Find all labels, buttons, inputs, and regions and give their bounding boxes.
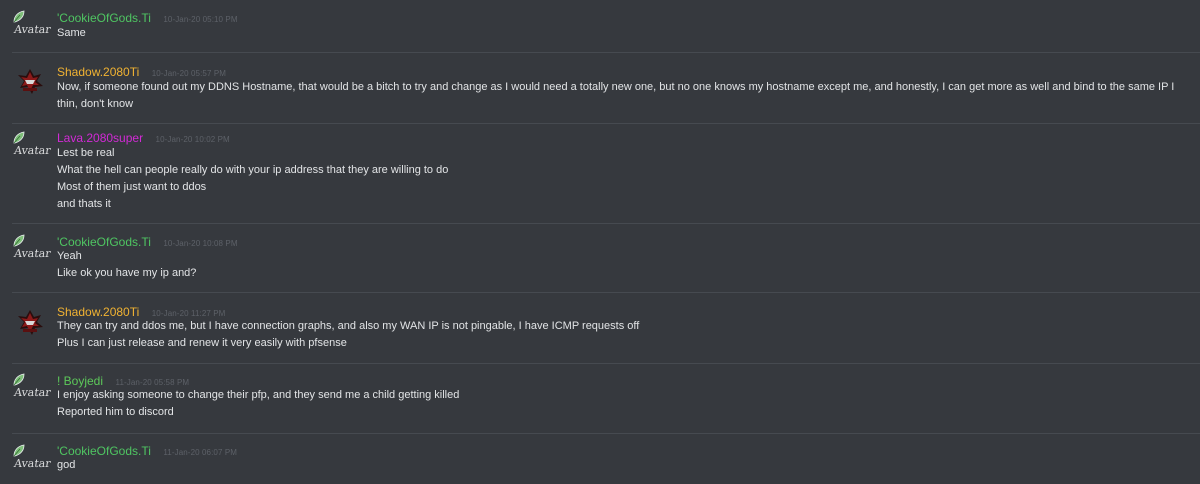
message-text: Now, if someone found out my DDNS Hostna…	[57, 81, 1175, 93]
message-text: god	[57, 459, 76, 471]
message-body: Yeah Like ok you have my ip and?	[57, 248, 1194, 282]
avatar[interactable]: Avatar	[11, 444, 51, 484]
avatar[interactable]: Avatar	[11, 373, 51, 413]
message-text: Same	[57, 27, 86, 39]
message-text: Most of them just want to ddos	[57, 181, 207, 193]
username[interactable]: Lava.2080super	[57, 130, 143, 146]
message-divider	[12, 52, 1200, 53]
broken-image-icon: Avatar	[11, 444, 51, 484]
message-divider	[12, 123, 1200, 124]
message-divider	[12, 363, 1200, 364]
message-text: What the hell can people really do with …	[57, 164, 449, 176]
message-text: Like ok you have my ip and?	[57, 267, 197, 279]
message-body: They can try and ddos me, but I have con…	[57, 318, 1194, 352]
message-body: Lest be real What the hell can people re…	[57, 145, 1194, 213]
username[interactable]: Shadow.2080Ti	[57, 64, 139, 80]
message-text: Yeah	[57, 250, 82, 262]
message-text: They can try and ddos me, but I have con…	[57, 320, 640, 332]
message-text: Plus I can just release and renew it ver…	[57, 337, 347, 349]
message-text: and thats it	[57, 198, 111, 210]
message-body: Now, if someone found out my DDNS Hostna…	[57, 79, 1194, 113]
message-body: I enjoy asking someone to change their p…	[57, 387, 1194, 421]
chat-log: Avatar 'CookieOfGods.Ti 10-Jan-20 05:10 …	[0, 0, 1200, 484]
message-text: thin, don't know	[57, 98, 134, 110]
message-body: god	[57, 457, 1194, 474]
shadow-avatar-icon	[15, 307, 45, 337]
avatar[interactable]	[11, 62, 51, 102]
avatar[interactable]: Avatar	[11, 131, 51, 171]
message-text: I enjoy asking someone to change their p…	[57, 389, 460, 401]
broken-image-icon: Avatar	[11, 131, 51, 171]
username[interactable]: 'CookieOfGods.Ti	[57, 10, 151, 26]
message-divider	[12, 223, 1200, 224]
message-divider	[12, 433, 1200, 434]
message-body: Same	[57, 25, 1194, 42]
avatar[interactable]	[11, 303, 51, 343]
broken-image-icon: Avatar	[11, 234, 51, 274]
message-text: Reported him to discord	[57, 406, 174, 418]
avatar[interactable]: Avatar	[11, 234, 51, 274]
broken-image-icon: Avatar	[11, 10, 51, 50]
shadow-avatar-icon	[15, 66, 45, 96]
broken-image-icon: Avatar	[11, 373, 51, 413]
message-divider	[12, 292, 1200, 293]
avatar[interactable]: Avatar	[11, 10, 51, 50]
message-text: Lest be real	[57, 147, 115, 159]
